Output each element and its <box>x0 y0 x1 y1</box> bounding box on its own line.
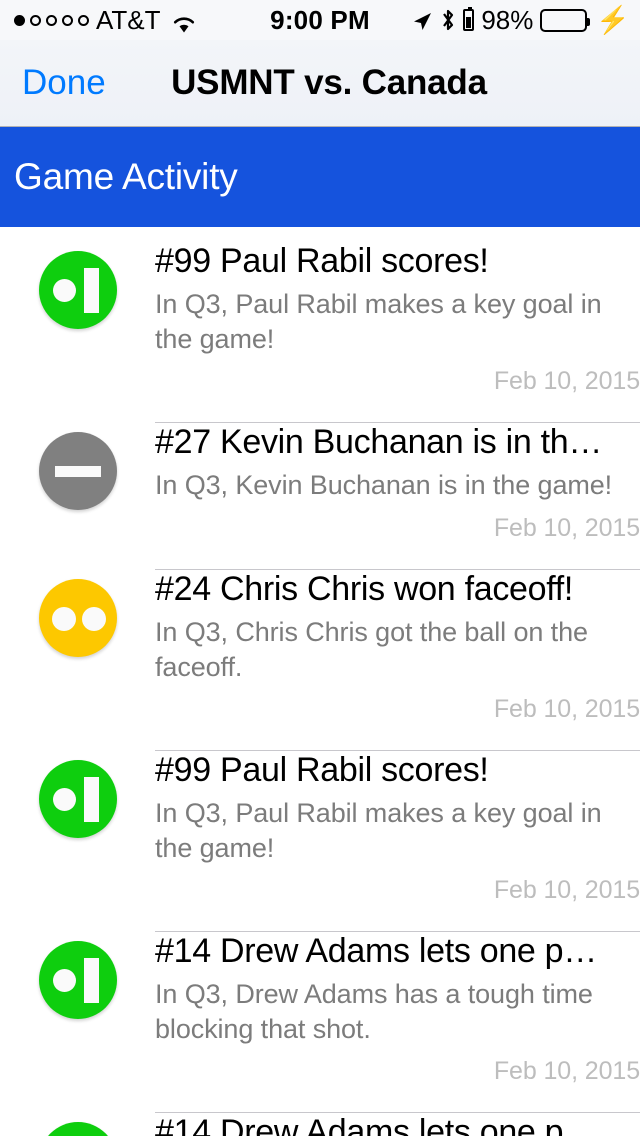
list-item[interactable]: #14 Drew Adams lets one p… <box>0 1098 640 1136</box>
lightning-bolt-icon: ⚡ <box>596 4 630 35</box>
list-item-title: #27 Kevin Buchanan is in th… <box>155 423 603 462</box>
list-item[interactable]: #27 Kevin Buchanan is in th… In Q3, Kevi… <box>0 408 640 555</box>
list-item-icon-cell <box>0 422 155 542</box>
list-item-icon-cell <box>0 931 155 1086</box>
goal-badge-icon <box>38 251 117 329</box>
goal-badge-icon <box>38 759 117 838</box>
bluetooth-battery-icon <box>463 7 475 31</box>
list-item-icon-cell <box>0 1112 155 1136</box>
battery-icon <box>540 8 591 32</box>
list-item-icon-cell <box>0 241 155 396</box>
list-item-subtitle: In Q3, Paul Rabil makes a key goal in th… <box>155 797 602 863</box>
battery-percent-label: 98% <box>481 4 534 35</box>
list-item-date: Feb 10, 2015 <box>493 876 640 905</box>
substitution-badge-icon <box>38 432 117 511</box>
done-button[interactable]: Done <box>22 63 106 103</box>
bluetooth-icon <box>440 8 456 32</box>
status-bar: AT&T 9:00 PM 98% ⚡ <box>0 0 640 40</box>
list-item-title: #99 Paul Rabil scores! <box>155 242 489 280</box>
list-item[interactable]: #14 Drew Adams lets one p… In Q3, Drew A… <box>0 917 640 1099</box>
list-item-subtitle: In Q3, Drew Adams has a tough time block… <box>155 979 593 1045</box>
section-header-label: Game Activity <box>14 156 238 197</box>
list-item-icon-cell <box>0 569 155 724</box>
section-header-game-activity: Game Activity <box>0 127 640 227</box>
list-item[interactable]: #24 Chris Chris won faceoff! In Q3, Chri… <box>0 554 640 736</box>
list-item-date: Feb 10, 2015 <box>493 1057 640 1086</box>
faceoff-badge-icon <box>38 578 117 657</box>
list-item-subtitle: In Q3, Kevin Buchanan is in the game! <box>155 470 613 501</box>
activity-list[interactable]: #99 Paul Rabil scores! In Q3, Paul Rabil… <box>0 227 640 1136</box>
list-item-title: #99 Paul Rabil scores! <box>155 750 489 789</box>
goal-badge-icon <box>38 1122 117 1136</box>
app-screen: AT&T 9:00 PM 98% ⚡ Done USMNT vs. Canada… <box>0 0 640 1136</box>
list-item-title: #14 Drew Adams lets one p… <box>155 932 597 971</box>
goal-badge-icon <box>38 941 117 1020</box>
navigation-bar: Done USMNT vs. Canada <box>0 40 640 127</box>
list-item[interactable]: #99 Paul Rabil scores! In Q3, Paul Rabil… <box>0 227 640 409</box>
location-arrow-icon <box>411 9 433 31</box>
list-item-title: #14 Drew Adams lets one p… <box>155 1113 597 1136</box>
list-item-icon-cell <box>0 750 155 905</box>
list-item-date: Feb 10, 2015 <box>493 694 640 723</box>
list-item-subtitle: In Q3, Chris Chris got the ball on the f… <box>155 616 588 682</box>
status-bar-right: 98% ⚡ <box>411 5 630 36</box>
list-item-subtitle: In Q3, Paul Rabil makes a key goal in th… <box>155 289 602 355</box>
list-item[interactable]: #99 Paul Rabil scores! In Q3, Paul Rabil… <box>0 735 640 918</box>
list-item-date: Feb 10, 2015 <box>493 367 640 396</box>
list-item-title: #24 Chris Chris won faceoff! <box>155 569 574 608</box>
list-item-date: Feb 10, 2015 <box>493 513 640 542</box>
